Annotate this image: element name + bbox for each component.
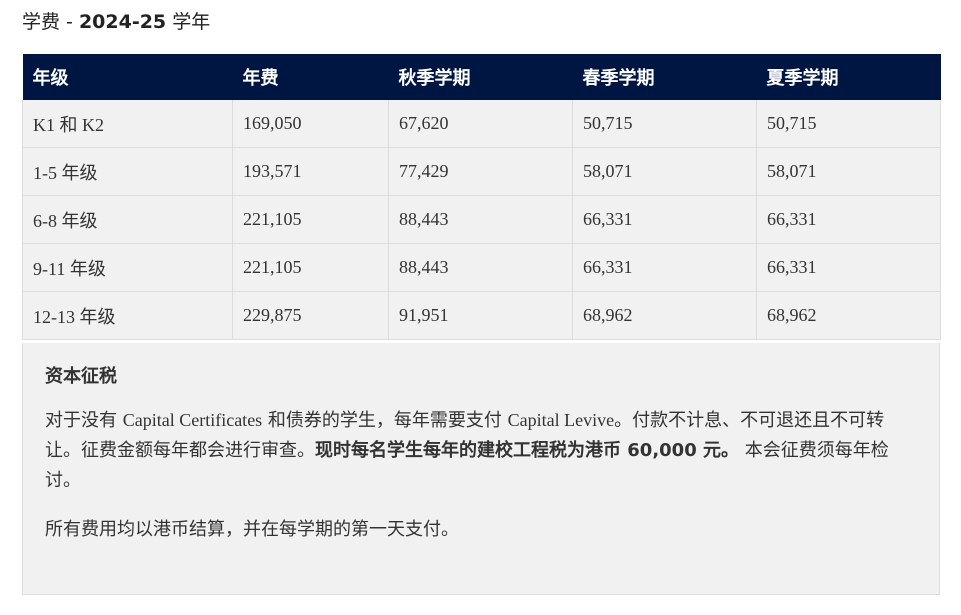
- cell-grade: 1-5 年级: [22, 147, 233, 196]
- cell-grade: K1 和 K2: [22, 100, 233, 148]
- cell-annual-fee: 221,105: [232, 243, 389, 292]
- cell-grade: 6-8 年级: [22, 195, 233, 244]
- cell-summer-fee: 66,331: [756, 243, 941, 292]
- cell-summer-fee: 58,071: [756, 147, 941, 196]
- cell-spring-fee: 66,331: [572, 195, 757, 244]
- page-title: 学费 - 2024-25 学年: [22, 10, 210, 34]
- fees-currency-note: 所有费用均以港币结算，并在每学期的第一天支付。: [45, 519, 459, 540]
- levy-text-current-amount: 现时每名学生每年的建校工程税为港币 60,000 元。: [315, 440, 739, 461]
- cell-autumn-fee: 88,443: [388, 195, 573, 244]
- table-row: 12-13 年级 229,875 91,951 68,962 68,962: [22, 291, 941, 340]
- levy-text-capital-levive: Capital Levive: [507, 410, 615, 430]
- cell-grade: 9-11 年级: [22, 243, 233, 292]
- header-annual-fee: 年费: [232, 54, 389, 100]
- cell-annual-fee: 193,571: [232, 147, 389, 196]
- cell-summer-fee: 68,962: [756, 291, 941, 340]
- cell-grade: 12-13 年级: [22, 291, 233, 340]
- header-autumn-term: 秋季学期: [388, 54, 573, 100]
- capital-levy-panel: 资本征税 对于没有 Capital Certificates 和债券的学生，每年…: [22, 343, 940, 595]
- cell-spring-fee: 50,715: [572, 100, 757, 148]
- page-title-suffix: 学年: [166, 11, 211, 33]
- cell-summer-fee: 50,715: [756, 100, 941, 148]
- table-row: 1-5 年级 193,571 77,429 58,071 58,071: [22, 147, 941, 196]
- table-header-row: 年级 年费 秋季学期 春季学期 夏季学期: [22, 54, 941, 100]
- header-grade: 年级: [22, 54, 233, 100]
- cell-annual-fee: 229,875: [232, 291, 389, 340]
- cell-summer-fee: 66,331: [756, 195, 941, 244]
- cell-autumn-fee: 88,443: [388, 243, 573, 292]
- cell-autumn-fee: 77,429: [388, 147, 573, 196]
- table-row: K1 和 K2 169,050 67,620 50,715 50,715: [22, 100, 941, 148]
- page-title-prefix: 学费 -: [22, 11, 79, 33]
- page-title-year: 2024-25: [78, 11, 167, 33]
- header-spring-term: 春季学期: [572, 54, 757, 100]
- cell-annual-fee: 221,105: [232, 195, 389, 244]
- levy-text-1: 对于没有: [45, 410, 123, 431]
- cell-annual-fee: 169,050: [232, 100, 389, 148]
- capital-levy-description: 对于没有 Capital Certificates 和债券的学生，每年需要支付 …: [45, 405, 917, 496]
- cell-autumn-fee: 91,951: [388, 291, 573, 340]
- cell-autumn-fee: 67,620: [388, 100, 573, 148]
- capital-levy-title: 资本征税: [45, 366, 117, 387]
- cell-spring-fee: 58,071: [572, 147, 757, 196]
- levy-text-capital-certificates: Capital Certificates: [122, 410, 263, 430]
- header-summer-term: 夏季学期: [756, 54, 941, 100]
- fee-table: 年级 年费 秋季学期 春季学期 夏季学期 K1 和 K2 169,050 67,…: [22, 54, 941, 340]
- levy-text-2: 和债券的学生，每年需要支付: [262, 410, 508, 431]
- cell-spring-fee: 68,962: [572, 291, 757, 340]
- cell-spring-fee: 66,331: [572, 243, 757, 292]
- table-row: 6-8 年级 221,105 88,443 66,331 66,331: [22, 195, 941, 244]
- table-row: 9-11 年级 221,105 88,443 66,331 66,331: [22, 243, 941, 292]
